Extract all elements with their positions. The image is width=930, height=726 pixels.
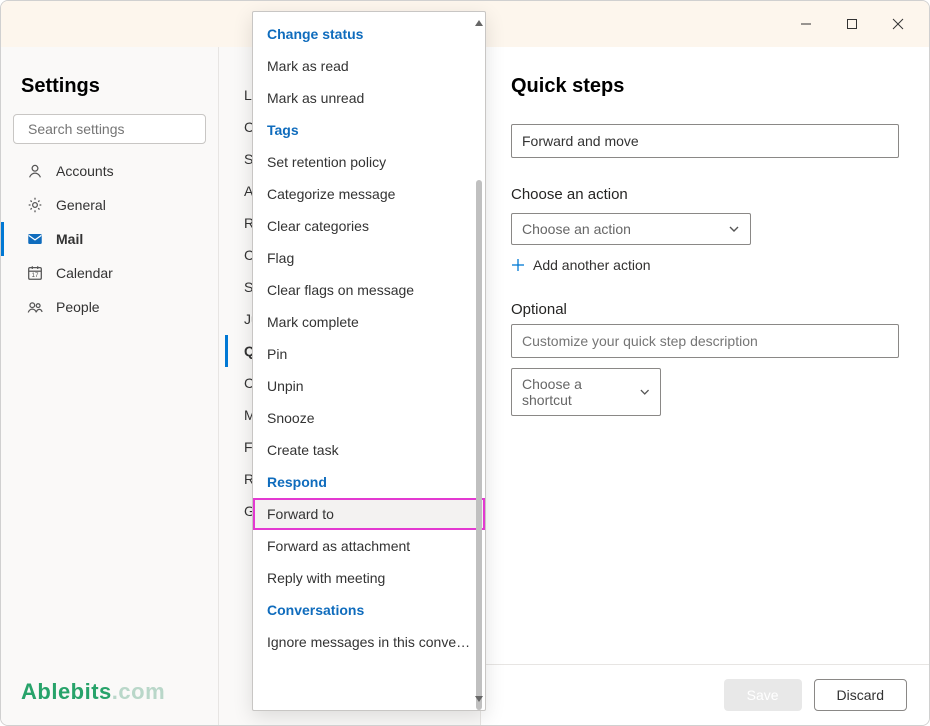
dropdown-list[interactable]: Change statusMark as readMark as unreadT…: [253, 12, 485, 710]
dropdown-item[interactable]: Categorize message: [253, 178, 485, 210]
nav-label: Mail: [56, 231, 83, 247]
app-window: Settings Accounts General Mail 17 Calend…: [0, 0, 930, 726]
action-dropdown: Change statusMark as readMark as unreadT…: [252, 11, 486, 711]
scroll-down-arrow[interactable]: [475, 696, 483, 702]
dropdown-item[interactable]: Mark complete: [253, 306, 485, 338]
maximize-button[interactable]: [829, 7, 875, 41]
minimize-button[interactable]: [783, 7, 829, 41]
dropdown-group-header: Respond: [253, 466, 485, 498]
close-button[interactable]: [875, 7, 921, 41]
nav-label: People: [56, 299, 100, 315]
maximize-icon: [846, 18, 858, 30]
shortcut-placeholder: Choose a shortcut: [522, 376, 631, 408]
scroll-thumb[interactable]: [476, 180, 482, 710]
scroll-up-arrow[interactable]: [475, 20, 483, 26]
main-body: Quick steps Choose an action Choose an a…: [481, 47, 929, 664]
dropdown-group-header: Change status: [253, 18, 485, 50]
search-input[interactable]: [28, 121, 209, 137]
discard-button[interactable]: Discard: [814, 679, 907, 711]
settings-nav: Settings Accounts General Mail 17 Calend…: [1, 47, 219, 725]
gear-icon: [26, 196, 44, 214]
dropdown-item[interactable]: Set retention policy: [253, 146, 485, 178]
brand-logo: Ablebits.com: [13, 671, 206, 713]
dropdown-item[interactable]: Flag: [253, 242, 485, 274]
choose-action-select[interactable]: Choose an action: [511, 213, 751, 245]
panel-footer: Save Discard: [481, 664, 929, 725]
shortcut-select[interactable]: Choose a shortcut: [511, 368, 661, 416]
add-another-action[interactable]: Add another action: [511, 257, 899, 273]
svg-text:17: 17: [31, 272, 39, 279]
page-title: Quick steps: [511, 75, 899, 98]
nav-calendar[interactable]: 17 Calendar: [1, 256, 206, 290]
mail-icon: [26, 230, 44, 248]
dropdown-item[interactable]: Snooze: [253, 402, 485, 434]
dropdown-group-header: Tags: [253, 114, 485, 146]
description-input[interactable]: [511, 324, 899, 358]
optional-heading: Optional: [511, 301, 899, 318]
nav-accounts[interactable]: Accounts: [1, 154, 206, 188]
nav-people[interactable]: People: [1, 290, 206, 324]
dropdown-item[interactable]: Create task: [253, 434, 485, 466]
calendar-icon: 17: [26, 264, 44, 282]
dropdown-item[interactable]: Clear flags on message: [253, 274, 485, 306]
nav-label: Calendar: [56, 265, 113, 281]
dropdown-group-header: Conversations: [253, 594, 485, 626]
dropdown-item[interactable]: Ignore messages in this conver...: [253, 626, 485, 658]
dropdown-scrollbar[interactable]: [475, 20, 483, 702]
dropdown-item[interactable]: Forward as attachment: [253, 530, 485, 562]
dropdown-item[interactable]: Clear categories: [253, 210, 485, 242]
dropdown-item[interactable]: Unpin: [253, 370, 485, 402]
nav-label: General: [56, 197, 106, 213]
choose-action-placeholder: Choose an action: [522, 221, 631, 237]
dropdown-item[interactable]: Mark as unread: [253, 82, 485, 114]
nav-label: Accounts: [56, 163, 114, 179]
people-icon: [26, 298, 44, 316]
close-icon: [892, 18, 904, 30]
dropdown-item[interactable]: Mark as read: [253, 50, 485, 82]
quickstep-name-input[interactable]: [511, 124, 899, 158]
chevron-down-icon: [728, 223, 740, 235]
dropdown-item[interactable]: Forward to: [253, 498, 485, 530]
chevron-down-icon: [639, 386, 650, 398]
settings-title: Settings: [13, 47, 206, 114]
minimize-icon: [800, 18, 812, 30]
main-panel: Quick steps Choose an action Choose an a…: [481, 47, 929, 725]
dropdown-item[interactable]: Reply with meeting: [253, 562, 485, 594]
choose-action-heading: Choose an action: [511, 186, 899, 203]
plus-icon: [511, 258, 525, 272]
person-icon: [26, 162, 44, 180]
nav-mail[interactable]: Mail: [1, 222, 206, 256]
nav-general[interactable]: General: [1, 188, 206, 222]
dropdown-item[interactable]: Pin: [253, 338, 485, 370]
save-button[interactable]: Save: [724, 679, 802, 711]
search-settings[interactable]: [13, 114, 206, 144]
